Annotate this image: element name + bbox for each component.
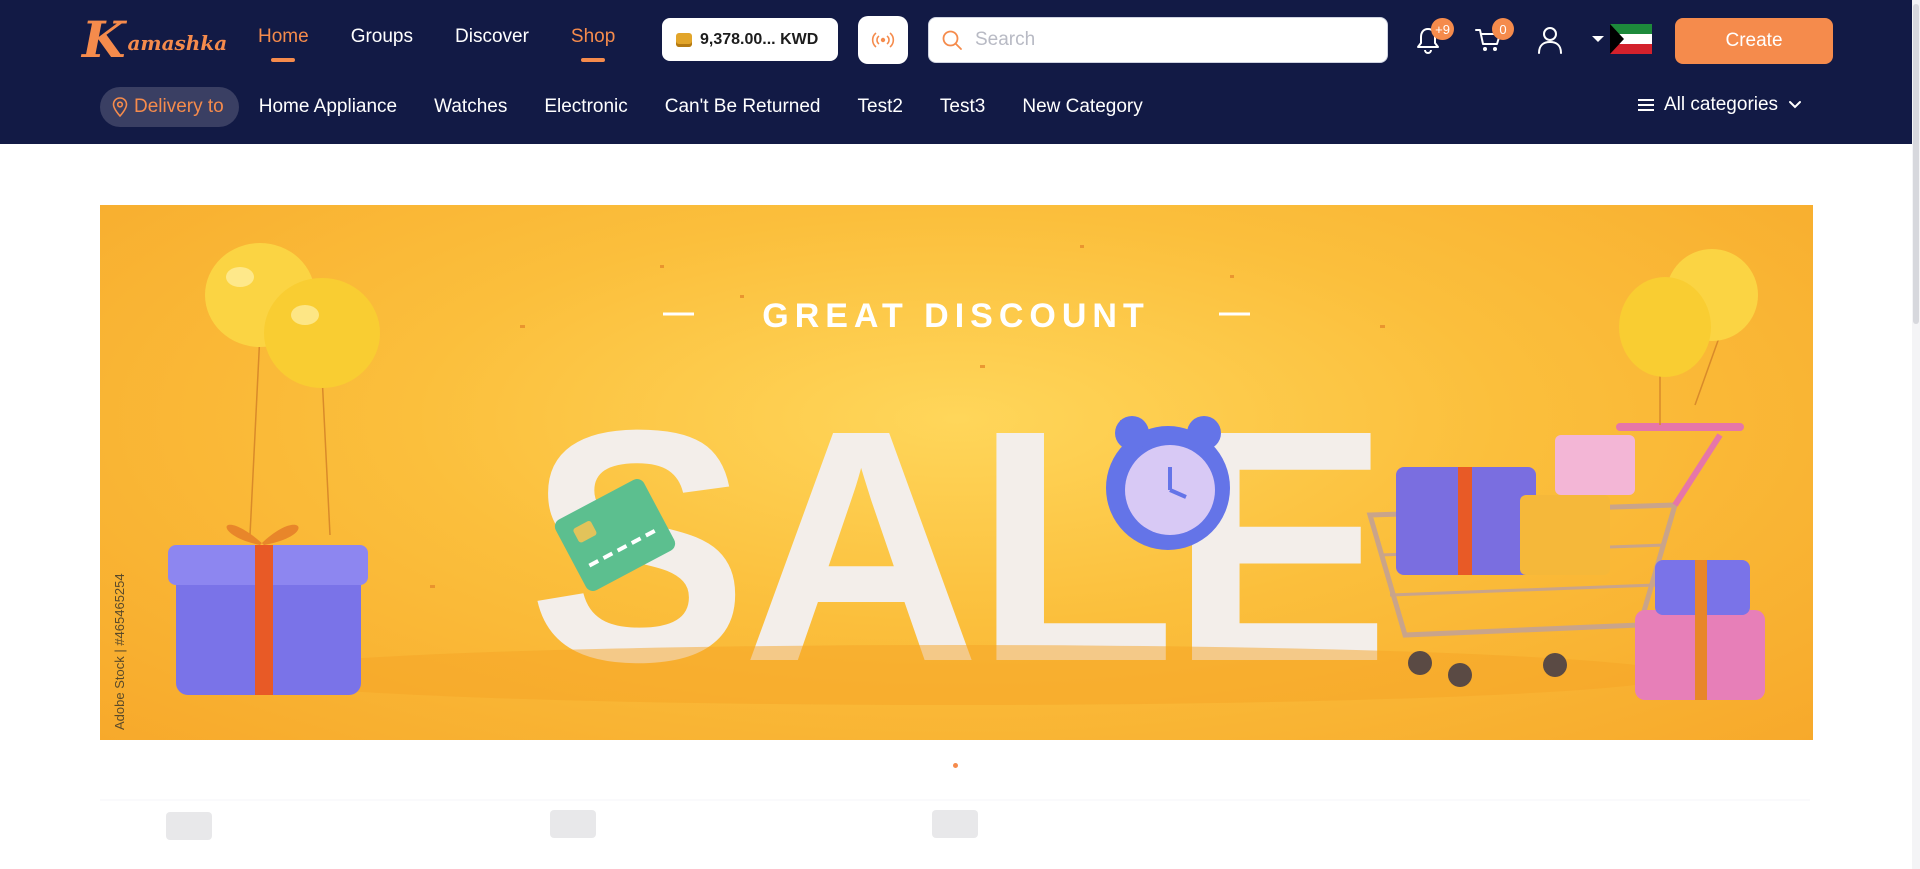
- top-header: K amashka Home Groups Discover Shop 9,37…: [0, 0, 1920, 144]
- main-nav: Home Groups Discover Shop: [258, 26, 657, 62]
- logo-letter: K: [82, 10, 126, 69]
- location-pin-icon: [112, 97, 128, 117]
- balloons-right: [1619, 249, 1758, 425]
- live-broadcast-icon: [871, 32, 895, 48]
- category-link[interactable]: New Category: [1022, 96, 1142, 118]
- search-box: [928, 17, 1388, 63]
- chevron-down-icon: [1789, 101, 1802, 109]
- category-link[interactable]: Test3: [940, 96, 985, 118]
- nav-discover[interactable]: Discover: [455, 26, 529, 48]
- nav-shop[interactable]: Shop: [570, 26, 616, 62]
- balloons-left: [205, 243, 380, 536]
- delivery-to-button[interactable]: Delivery to: [100, 87, 239, 127]
- active-underline: [581, 58, 606, 62]
- notification-count-badge: +9: [1431, 18, 1454, 40]
- carousel-dot-active[interactable]: [953, 763, 958, 768]
- gift-box-left: [168, 524, 368, 695]
- scrollbar-thumb[interactable]: [1913, 4, 1919, 324]
- logo-wordmark: amashka: [127, 31, 228, 55]
- nav-discover-label: Discover: [455, 26, 529, 47]
- cart-button[interactable]: 0: [1470, 18, 1514, 58]
- wallet-balance-button[interactable]: 9,378.00... KWD: [662, 18, 838, 61]
- coin-icon: [676, 32, 692, 47]
- category-link[interactable]: Electronic: [544, 96, 627, 118]
- category-link[interactable]: Test2: [858, 96, 903, 118]
- category-bar: Delivery to Home Appliance Watches Elect…: [100, 87, 1143, 127]
- nav-home[interactable]: Home: [258, 26, 309, 62]
- category-link[interactable]: Home Appliance: [259, 96, 397, 118]
- user-icon: [1538, 27, 1562, 54]
- all-categories-dropdown[interactable]: All categories: [1638, 94, 1802, 116]
- notifications-button[interactable]: +9: [1410, 18, 1454, 58]
- search-icon: [942, 30, 962, 50]
- page: K amashka Home Groups Discover Shop 9,37…: [0, 0, 1920, 869]
- profile-button[interactable]: [1532, 22, 1568, 58]
- category-link[interactable]: Watches: [434, 96, 507, 118]
- menu-icon: [1638, 99, 1654, 111]
- brand-logo[interactable]: K amashka: [82, 10, 227, 70]
- category-link[interactable]: Can't Be Returned: [665, 96, 821, 118]
- alarm-clock-art: [1106, 416, 1230, 550]
- nav-shop-label: Shop: [570, 26, 616, 47]
- cart-count-badge: 0: [1492, 18, 1514, 40]
- stock-credit: Adobe Stock | #465465254: [112, 573, 127, 730]
- nav-groups[interactable]: Groups: [351, 26, 413, 48]
- banner-headline: GREAT DISCOUNT: [762, 297, 1149, 335]
- nav-home-label: Home: [258, 26, 309, 47]
- create-button[interactable]: Create: [1675, 18, 1833, 64]
- nav-groups-label: Groups: [350, 26, 413, 47]
- page-scrollbar[interactable]: [1912, 0, 1920, 869]
- active-underline: [271, 58, 296, 62]
- search-input[interactable]: [975, 29, 1375, 51]
- delivery-to-label: Delivery to: [134, 96, 224, 117]
- product-row-placeholder: [0, 790, 1910, 869]
- promo-banner[interactable]: GREAT DISCOUNT SALE Adobe Stock | #46546…: [100, 205, 1813, 740]
- banner-artwork: GREAT DISCOUNT SALE Adobe Stock | #46546…: [112, 243, 1765, 730]
- product-image-placeholders: [100, 799, 1810, 840]
- all-categories-label: All categories: [1664, 94, 1779, 115]
- kuwait-flag-icon: [1610, 24, 1652, 54]
- language-selector[interactable]: [1592, 24, 1652, 54]
- wallet-balance: 9,378.00... KWD: [700, 30, 819, 48]
- live-broadcast-button[interactable]: [858, 16, 908, 64]
- caret-down-icon: [1592, 36, 1604, 42]
